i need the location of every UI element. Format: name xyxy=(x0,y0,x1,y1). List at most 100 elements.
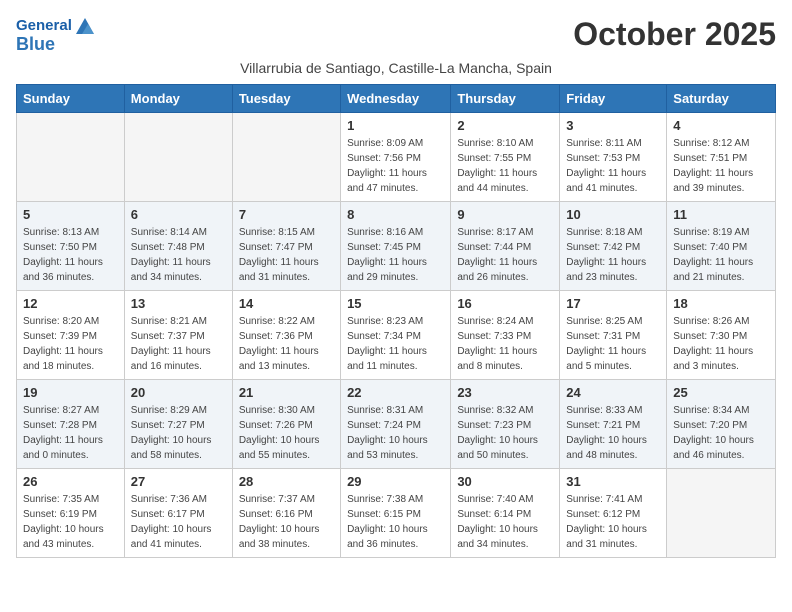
day-info: Sunrise: 8:12 AMSunset: 7:51 PMDaylight:… xyxy=(673,136,769,196)
calendar-cell: 21 Sunrise: 8:30 AMSunset: 7:26 PMDayligh… xyxy=(232,379,340,468)
day-number: 16 xyxy=(457,296,553,311)
day-number: 25 xyxy=(673,385,769,400)
calendar-cell: 18 Sunrise: 8:26 AMSunset: 7:30 PMDayligh… xyxy=(667,290,776,379)
logo-icon xyxy=(74,16,96,36)
weekday-header-saturday: Saturday xyxy=(667,84,776,112)
calendar-cell: 3 Sunrise: 8:11 AMSunset: 7:53 PMDaylight… xyxy=(560,112,667,201)
calendar-week-5: 26 Sunrise: 7:35 AMSunset: 6:19 PMDayligh… xyxy=(17,468,776,557)
calendar-cell: 6Sunrise: 8:14 AMSunset: 7:48 PMDaylight… xyxy=(124,201,232,290)
day-number: 1 xyxy=(347,118,444,133)
weekday-header-friday: Friday xyxy=(560,84,667,112)
day-info: Sunrise: 8:32 AMSunset: 7:23 PMDaylight:… xyxy=(457,403,553,463)
day-number: 24 xyxy=(566,385,660,400)
logo: General Blue xyxy=(16,16,96,56)
calendar-cell: 16 Sunrise: 8:24 AMSunset: 7:33 PMDayligh… xyxy=(451,290,560,379)
day-number: 10 xyxy=(566,207,660,222)
calendar-cell: 4 Sunrise: 8:12 AMSunset: 7:51 PMDaylight… xyxy=(667,112,776,201)
calendar-cell xyxy=(667,468,776,557)
day-info: Sunrise: 8:23 AMSunset: 7:34 PMDaylight:… xyxy=(347,314,444,374)
day-info: Sunrise: 8:20 AMSunset: 7:39 PMDaylight:… xyxy=(23,314,118,374)
calendar-cell: 11Sunrise: 8:19 AMSunset: 7:40 PMDayligh… xyxy=(667,201,776,290)
calendar-cell: 24 Sunrise: 8:33 AMSunset: 7:21 PMDayligh… xyxy=(560,379,667,468)
day-number: 2 xyxy=(457,118,553,133)
logo-general-text: General xyxy=(16,17,72,35)
month-title: October 2025 xyxy=(573,16,776,53)
calendar-cell: 7 Sunrise: 8:15 AMSunset: 7:47 PMDaylight… xyxy=(232,201,340,290)
calendar-cell: 5 Sunrise: 8:13 AMSunset: 7:50 PMDaylight… xyxy=(17,201,125,290)
day-info: Sunrise: 8:11 AMSunset: 7:53 PMDaylight:… xyxy=(566,136,660,196)
day-number: 13 xyxy=(131,296,226,311)
calendar-cell: 26 Sunrise: 7:35 AMSunset: 6:19 PMDayligh… xyxy=(17,468,125,557)
calendar-week-2: 5 Sunrise: 8:13 AMSunset: 7:50 PMDaylight… xyxy=(17,201,776,290)
day-number: 8 xyxy=(347,207,444,222)
calendar-cell: 15 Sunrise: 8:23 AMSunset: 7:34 PMDayligh… xyxy=(341,290,451,379)
day-info: Sunrise: 8:09 AMSunset: 7:56 PMDaylight:… xyxy=(347,136,444,196)
calendar-header-row: SundayMondayTuesdayWednesdayThursdayFrid… xyxy=(17,84,776,112)
calendar-cell xyxy=(232,112,340,201)
day-info: Sunrise: 7:38 AMSunset: 6:15 PMDaylight:… xyxy=(347,492,444,552)
day-number: 30 xyxy=(457,474,553,489)
calendar-cell: 27 Sunrise: 7:36 AMSunset: 6:17 PMDayligh… xyxy=(124,468,232,557)
day-number: 21 xyxy=(239,385,334,400)
day-number: 15 xyxy=(347,296,444,311)
weekday-header-wednesday: Wednesday xyxy=(341,84,451,112)
day-number: 22 xyxy=(347,385,444,400)
logo-blue-text: Blue xyxy=(16,34,96,56)
day-info: Sunrise: 7:41 AMSunset: 6:12 PMDaylight:… xyxy=(566,492,660,552)
page-header: General Blue October 2025 xyxy=(16,16,776,56)
calendar-cell: 8 Sunrise: 8:16 AMSunset: 7:45 PMDaylight… xyxy=(341,201,451,290)
day-info: Sunrise: 8:31 AMSunset: 7:24 PMDaylight:… xyxy=(347,403,444,463)
day-info: Sunrise: 7:37 AMSunset: 6:16 PMDaylight:… xyxy=(239,492,334,552)
calendar-subtitle: Villarrubia de Santiago, Castille-La Man… xyxy=(16,60,776,76)
day-info: Sunrise: 8:15 AMSunset: 7:47 PMDaylight:… xyxy=(239,225,334,285)
day-number: 7 xyxy=(239,207,334,222)
day-info: Sunrise: 8:18 AMSunset: 7:42 PMDaylight:… xyxy=(566,225,660,285)
day-info: Sunrise: 8:34 AMSunset: 7:20 PMDaylight:… xyxy=(673,403,769,463)
day-info: Sunrise: 8:30 AMSunset: 7:26 PMDaylight:… xyxy=(239,403,334,463)
day-number: 28 xyxy=(239,474,334,489)
calendar-cell: 31 Sunrise: 7:41 AMSunset: 6:12 PMDayligh… xyxy=(560,468,667,557)
day-info: Sunrise: 8:29 AMSunset: 7:27 PMDaylight:… xyxy=(131,403,226,463)
calendar-cell: 28 Sunrise: 7:37 AMSunset: 6:16 PMDayligh… xyxy=(232,468,340,557)
calendar-cell: 29 Sunrise: 7:38 AMSunset: 6:15 PMDayligh… xyxy=(341,468,451,557)
calendar-cell: 17Sunrise: 8:25 AMSunset: 7:31 PMDayligh… xyxy=(560,290,667,379)
calendar-cell xyxy=(124,112,232,201)
day-info: Sunrise: 8:19 AMSunset: 7:40 PMDaylight:… xyxy=(673,225,769,285)
calendar-cell xyxy=(17,112,125,201)
day-info: Sunrise: 8:24 AMSunset: 7:33 PMDaylight:… xyxy=(457,314,553,374)
calendar-cell: 20Sunrise: 8:29 AMSunset: 7:27 PMDayligh… xyxy=(124,379,232,468)
day-info: Sunrise: 8:33 AMSunset: 7:21 PMDaylight:… xyxy=(566,403,660,463)
day-info: Sunrise: 7:40 AMSunset: 6:14 PMDaylight:… xyxy=(457,492,553,552)
day-info: Sunrise: 7:36 AMSunset: 6:17 PMDaylight:… xyxy=(131,492,226,552)
day-number: 4 xyxy=(673,118,769,133)
weekday-header-monday: Monday xyxy=(124,84,232,112)
calendar-cell: 9Sunrise: 8:17 AMSunset: 7:44 PMDaylight… xyxy=(451,201,560,290)
day-number: 3 xyxy=(566,118,660,133)
day-number: 18 xyxy=(673,296,769,311)
calendar-week-1: 1 Sunrise: 8:09 AMSunset: 7:56 PMDaylight… xyxy=(17,112,776,201)
calendar-cell: 13Sunrise: 8:21 AMSunset: 7:37 PMDayligh… xyxy=(124,290,232,379)
day-info: Sunrise: 8:26 AMSunset: 7:30 PMDaylight:… xyxy=(673,314,769,374)
calendar-cell: 19 Sunrise: 8:27 AMSunset: 7:28 PMDayligh… xyxy=(17,379,125,468)
day-info: Sunrise: 8:10 AMSunset: 7:55 PMDaylight:… xyxy=(457,136,553,196)
calendar-cell: 22 Sunrise: 8:31 AMSunset: 7:24 PMDayligh… xyxy=(341,379,451,468)
day-number: 26 xyxy=(23,474,118,489)
day-number: 31 xyxy=(566,474,660,489)
calendar-cell: 30 Sunrise: 7:40 AMSunset: 6:14 PMDayligh… xyxy=(451,468,560,557)
weekday-header-thursday: Thursday xyxy=(451,84,560,112)
day-number: 23 xyxy=(457,385,553,400)
day-info: Sunrise: 8:16 AMSunset: 7:45 PMDaylight:… xyxy=(347,225,444,285)
calendar-week-4: 19 Sunrise: 8:27 AMSunset: 7:28 PMDayligh… xyxy=(17,379,776,468)
day-info: Sunrise: 8:27 AMSunset: 7:28 PMDaylight:… xyxy=(23,403,118,463)
calendar-cell: 23 Sunrise: 8:32 AMSunset: 7:23 PMDayligh… xyxy=(451,379,560,468)
day-info: Sunrise: 7:35 AMSunset: 6:19 PMDaylight:… xyxy=(23,492,118,552)
day-number: 5 xyxy=(23,207,118,222)
day-info: Sunrise: 8:25 AMSunset: 7:31 PMDaylight:… xyxy=(566,314,660,374)
day-number: 29 xyxy=(347,474,444,489)
day-number: 9 xyxy=(457,207,553,222)
day-info: Sunrise: 8:13 AMSunset: 7:50 PMDaylight:… xyxy=(23,225,118,285)
calendar-cell: 12Sunrise: 8:20 AMSunset: 7:39 PMDayligh… xyxy=(17,290,125,379)
calendar-cell: 25 Sunrise: 8:34 AMSunset: 7:20 PMDayligh… xyxy=(667,379,776,468)
day-number: 19 xyxy=(23,385,118,400)
day-number: 27 xyxy=(131,474,226,489)
